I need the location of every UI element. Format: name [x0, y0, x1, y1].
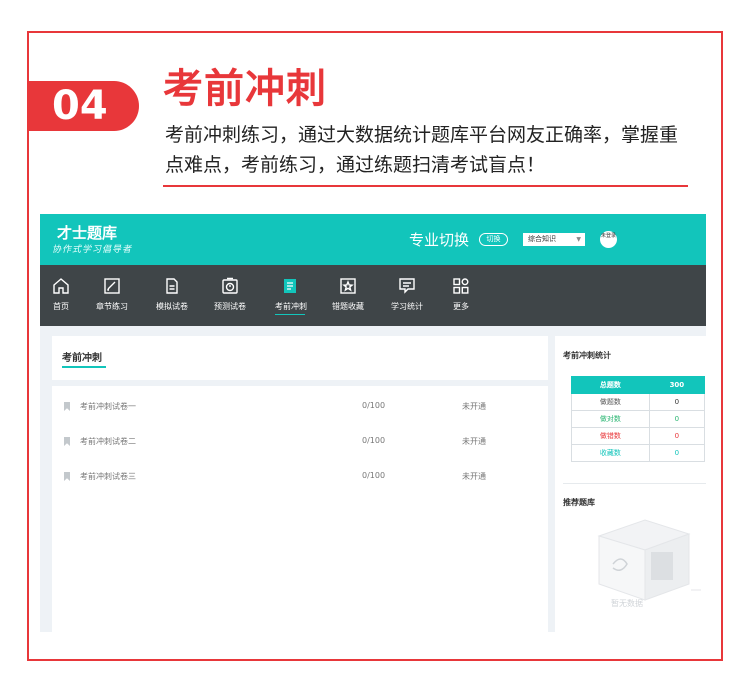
avatar[interactable]: 未登录 [600, 231, 617, 248]
nav-item-mock[interactable]: 模拟试卷 [153, 265, 191, 326]
nav-label: 错题收藏 [332, 302, 364, 311]
app-screenshot: 才士题库 协作式学习倡导者 专业切换 切换 综合知识 ▼ 未登录 首页 章节练习… [40, 214, 706, 632]
stat-label: 做对数 [571, 410, 650, 428]
star-icon [340, 278, 356, 294]
grid-icon [453, 278, 469, 294]
nav-item-stats[interactable]: 学习统计 [388, 265, 426, 326]
bookmark-icon [64, 402, 70, 411]
paper-name[interactable]: 考前冲刺试卷一 [80, 401, 136, 412]
nav-item-wrong[interactable]: 错题收藏 [329, 265, 367, 326]
nav-item-more[interactable]: 更多 [448, 265, 474, 326]
paper-status: 未开通 [462, 402, 486, 411]
nav-item-chapter[interactable]: 章节练习 [93, 265, 131, 326]
nav-label: 学习统计 [391, 302, 423, 311]
table-row: 做错数 0 [571, 427, 706, 445]
logo-title[interactable]: 才士题库 [57, 222, 117, 243]
table-row: 总题数 300 [571, 376, 706, 394]
section-number: 04 [52, 83, 108, 129]
logo-slogan: 协作式学习倡导者 [52, 245, 133, 255]
app-header: 才士题库 协作式学习倡导者 专业切换 切换 综合知识 ▼ 未登录 [40, 214, 706, 265]
chevron-down-icon: ▼ [576, 236, 581, 243]
home-icon [53, 278, 69, 294]
stat-value: 0 [648, 410, 706, 428]
empty-state-text: 暂无数据 [611, 599, 643, 608]
nav-label: 预测试卷 [214, 302, 246, 311]
table-row: 做题数 0 [571, 393, 706, 411]
table-row: 收藏数 0 [571, 444, 706, 462]
paper-status: 未开通 [462, 472, 486, 481]
nav-item-predict[interactable]: 预测试卷 [211, 265, 249, 326]
stats-title: 考前冲刺统计 [563, 351, 611, 360]
table-row: 做对数 0 [571, 410, 706, 428]
stat-label: 收藏数 [571, 444, 650, 462]
title-underline [163, 185, 688, 187]
list-item[interactable]: 考前冲刺试卷一 0/100 未开通 [52, 398, 548, 418]
subject-select-value: 综合知识 [528, 235, 556, 243]
sidebar-divider [563, 483, 706, 484]
panel-title-underline [62, 366, 106, 368]
paper-score: 0/100 [362, 401, 386, 410]
stat-label: 做错数 [571, 427, 650, 445]
paper-score: 0/100 [362, 436, 386, 445]
empty-box-icon [597, 519, 701, 601]
list-item[interactable]: 考前冲刺试卷三 0/100 未开通 [52, 468, 548, 488]
notes-icon [284, 279, 296, 293]
stat-label: 总题数 [571, 376, 650, 394]
chart-icon [399, 278, 415, 294]
sidebar: 考前冲刺统计 总题数 300 做题数 0 做对数 0 做错数 0 收藏数 0 推… [555, 336, 706, 632]
main-nav: 首页 章节练习 模拟试卷 预测试卷 考前冲刺 错题收藏 学习统计 更多 [40, 265, 706, 326]
major-switch-title: 专业切换 [409, 231, 470, 249]
nav-label: 更多 [453, 302, 469, 311]
stat-label: 做题数 [571, 393, 650, 411]
document-icon [166, 278, 178, 294]
section-title: 考前冲刺 [163, 66, 327, 112]
switch-button[interactable]: 切换 [479, 233, 508, 246]
timer-icon [222, 277, 238, 294]
stat-value: 300 [648, 376, 706, 394]
nav-label: 首页 [53, 302, 69, 311]
nav-label: 章节练习 [96, 302, 128, 311]
stat-value: 0 [648, 393, 706, 411]
bookmark-icon [64, 437, 70, 446]
panel-header: 考前冲刺 [52, 336, 548, 380]
list-item[interactable]: 考前冲刺试卷二 0/100 未开通 [52, 433, 548, 453]
section-description: 考前冲刺练习，通过大数据统计题库平台网友正确率，掌握重点难点，考前练习，通过练题… [165, 124, 679, 176]
paper-status: 未开通 [462, 437, 486, 446]
edit-icon [104, 278, 120, 294]
recommend-title: 推荐题库 [563, 498, 595, 507]
stat-value: 0 [648, 427, 706, 445]
nav-item-home[interactable]: 首页 [48, 265, 74, 326]
bookmark-icon [64, 472, 70, 481]
stats-table: 总题数 300 做题数 0 做对数 0 做错数 0 收藏数 0 [571, 376, 706, 462]
stat-value: 0 [648, 444, 706, 462]
paper-name[interactable]: 考前冲刺试卷三 [80, 471, 136, 482]
paper-score: 0/100 [362, 471, 386, 480]
panel-title: 考前冲刺 [62, 353, 102, 364]
paper-list: 考前冲刺试卷一 0/100 未开通 考前冲刺试卷二 0/100 未开通 考前冲刺… [52, 386, 548, 632]
subject-select[interactable]: 综合知识 ▼ [523, 233, 585, 246]
nav-label: 考前冲刺 [275, 301, 307, 315]
nav-item-sprint[interactable]: 考前冲刺 [271, 265, 309, 326]
nav-label: 模拟试卷 [156, 302, 188, 311]
paper-name[interactable]: 考前冲刺试卷二 [80, 436, 136, 447]
